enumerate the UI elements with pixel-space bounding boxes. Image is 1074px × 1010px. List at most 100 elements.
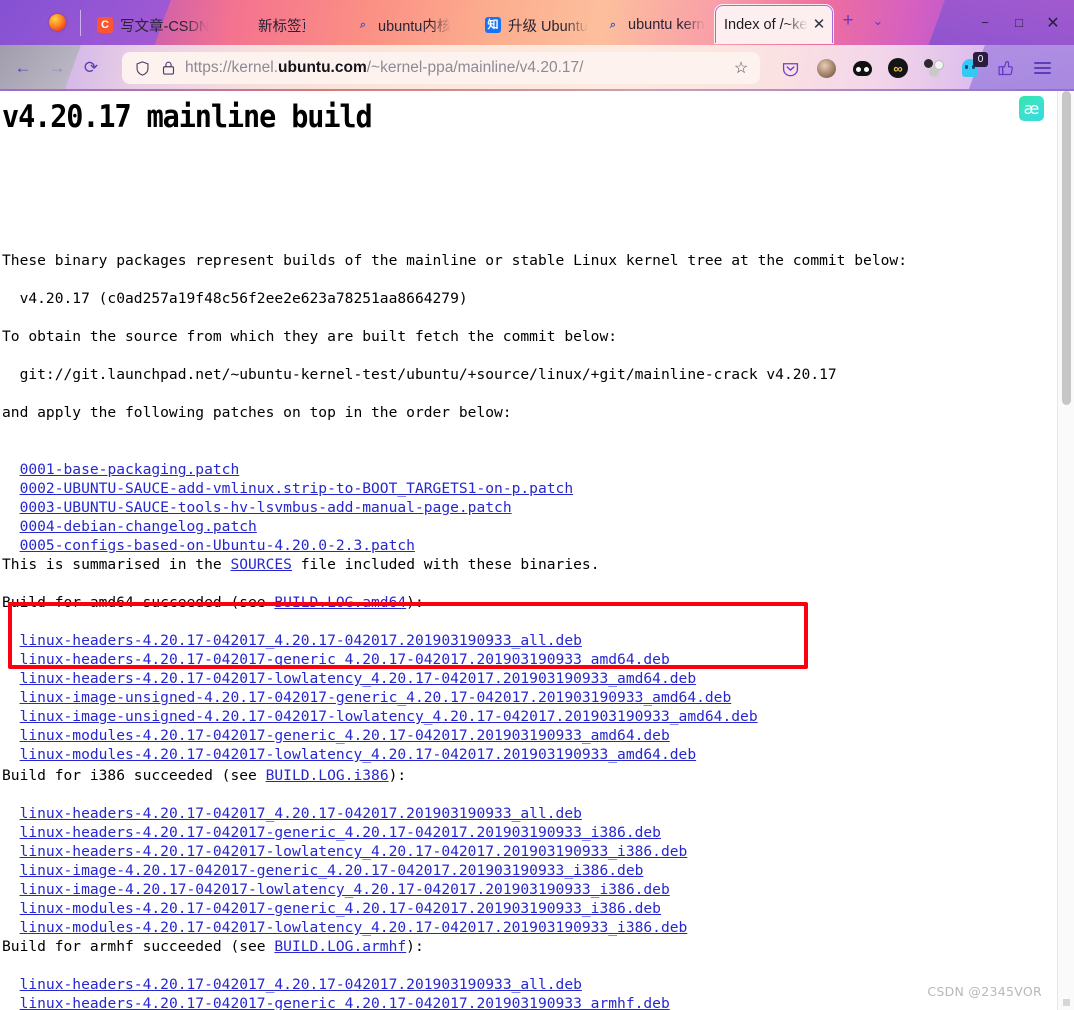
minimize-button[interactable]: − [968, 8, 1002, 38]
tabstrip-divider [80, 10, 81, 36]
browser-window: C 写文章-CSDN 新标签页 ⌕ ubuntu内核 知 升级 Ubuntu ⌕… [0, 0, 1074, 1010]
build-armhf-file-list: linux-headers-4.20.17-042017_4.20.17-042… [2, 956, 714, 1010]
reload-button[interactable]: ⟳ [74, 51, 108, 85]
build-log-link[interactable]: BUILD.LOG.amd64 [274, 594, 406, 611]
build-armhf-heading: Build for armhf succeeded (see BUILD.LOG… [2, 937, 424, 956]
tab-ubuntu-kernel-search[interactable]: ⌕ ubuntu kern [597, 7, 715, 43]
tab-label: 写文章-CSDN [120, 18, 210, 35]
patch-link[interactable]: 0005-configs-based-on-Ubuntu-4.20.0-2.3.… [20, 537, 415, 554]
tab-ubuntu-neihe[interactable]: ⌕ ubuntu内核 [347, 7, 477, 43]
package-link[interactable]: linux-image-unsigned-4.20.17-042017-lowl… [20, 708, 758, 725]
navigation-toolbar: ← → ⟳ https://kernel.ubuntu.com/~kernel-… [0, 45, 1074, 91]
lock-icon[interactable] [161, 60, 176, 76]
patches-intro-paragraph: and apply the following patches on top i… [2, 404, 512, 421]
chevron-down-icon[interactable]: ⌄ [863, 6, 893, 36]
url-domain: ubuntu.com [278, 59, 367, 76]
package-link[interactable]: linux-modules-4.20.17-042017-generic_4.2… [20, 727, 670, 744]
patch-link[interactable]: 0004-debian-changelog.patch [20, 518, 257, 535]
patch-link[interactable]: 0003-UBUNTU-SAUCE-tools-hv-lsvmbus-add-m… [20, 499, 512, 516]
source-paragraph: To obtain the source from which they are… [2, 328, 618, 345]
zhihu-favicon-icon: 知 [485, 17, 501, 33]
toolbar-icons: 0 [772, 52, 1060, 83]
patch-link[interactable]: 0002-UBUNTU-SAUCE-add-vmlinux.strip-to-B… [20, 480, 574, 497]
ghost-extension-icon[interactable]: 0 [955, 52, 988, 83]
build-prefix: Build for amd64 succeeded (see [2, 594, 275, 611]
new-tab-button[interactable]: + [833, 6, 863, 36]
package-link[interactable]: linux-modules-4.20.17-042017-generic_4.2… [20, 900, 661, 917]
package-link[interactable]: linux-modules-4.20.17-042017-lowlatency_… [20, 746, 697, 763]
tab-label: ubuntu kern [628, 17, 705, 33]
shield-icon[interactable] [134, 60, 151, 77]
url-prefix: https://kernel. [185, 59, 279, 76]
forward-button[interactable]: → [40, 51, 74, 85]
build-suffix: ): [388, 767, 407, 784]
tab-label: 升级 Ubuntu [508, 18, 588, 35]
summary-prefix: This is summarised in the [2, 556, 231, 573]
page-viewport: v4.20.17 mainline build æ These binary p… [0, 91, 1074, 1010]
package-link[interactable]: linux-image-4.20.17-042017-generic_4.20.… [20, 862, 644, 879]
panda-extension-icon[interactable] [847, 53, 877, 83]
package-link[interactable]: linux-modules-4.20.17-042017-lowlatency_… [20, 919, 688, 936]
patch-list: 0001-base-packaging.patch 0002-UBUNTU-SA… [2, 441, 574, 555]
intro-paragraph: These binary packages represent builds o… [2, 252, 907, 269]
back-button[interactable]: ← [6, 51, 40, 85]
window-close-button[interactable]: ✕ [1036, 8, 1070, 38]
goggles-extension-icon[interactable] [883, 53, 913, 83]
package-link[interactable]: linux-headers-4.20.17-042017-generic_4.2… [20, 995, 670, 1010]
scroll-resize-grip-icon [1063, 999, 1070, 1006]
package-link[interactable]: linux-headers-4.20.17-042017-lowlatency_… [20, 843, 688, 860]
build-amd64-heading: Build for amd64 succeeded (see BUILD.LOG… [2, 593, 424, 612]
firefox-logo-icon [42, 0, 72, 45]
build-i386-heading: Build for i386 succeeded (see BUILD.LOG.… [2, 766, 406, 785]
package-link[interactable]: linux-headers-4.20.17-042017-generic_4.2… [20, 651, 670, 668]
tab-shengji-ubuntu[interactable]: 知 升级 Ubuntu [477, 7, 597, 43]
watermark: CSDN @2345VOR [927, 984, 1042, 999]
atoms-extension-icon[interactable] [919, 53, 949, 83]
account-avatar-icon[interactable] [811, 53, 841, 83]
page-title: v4.20.17 mainline build [2, 99, 373, 135]
scrollbar-thumb[interactable] [1062, 91, 1071, 405]
sources-link[interactable]: SOURCES [230, 556, 292, 573]
thumbsup-extension-icon[interactable] [991, 53, 1021, 83]
toolbar-bottom-border [0, 89, 1074, 91]
tabstrip-actions: + ⌄ [833, 0, 893, 43]
sources-summary-paragraph: This is summarised in the SOURCES file i… [2, 555, 600, 574]
build-log-link[interactable]: BUILD.LOG.armhf [274, 938, 406, 955]
search-favicon-icon: ⌕ [359, 18, 367, 31]
tab-label: Index of /~ker [724, 16, 808, 33]
tab-strip: C 写文章-CSDN 新标签页 ⌕ ubuntu内核 知 升级 Ubuntu ⌕… [0, 0, 1074, 45]
ae-extension-badge-icon[interactable]: æ [1019, 96, 1044, 121]
package-link[interactable]: linux-headers-4.20.17-042017_4.20.17-042… [20, 976, 582, 993]
tab-index-of-kernel-ppa[interactable]: Index of /~ker ✕ [715, 5, 833, 43]
build-suffix: ): [406, 594, 424, 611]
tab-new-tab-page[interactable]: 新标签页 [221, 7, 313, 43]
search-favicon-icon: ⌕ [609, 18, 617, 31]
pocket-icon[interactable] [775, 53, 805, 83]
url-text[interactable]: https://kernel.ubuntu.com/~kernel-ppa/ma… [185, 59, 730, 77]
star-icon[interactable]: ☆ [730, 58, 752, 78]
package-link[interactable]: linux-headers-4.20.17-042017-lowlatency_… [20, 670, 697, 687]
url-bar[interactable]: https://kernel.ubuntu.com/~kernel-ppa/ma… [122, 52, 760, 84]
commit-line: v4.20.17 (c0ad257a19f48c56f2ee2e623a7825… [2, 290, 468, 307]
build-log-link[interactable]: BUILD.LOG.i386 [266, 767, 389, 784]
ghost-badge-count: 0 [973, 52, 988, 67]
package-link[interactable]: linux-image-4.20.17-042017-lowlatency_4.… [20, 881, 670, 898]
build-suffix: ): [406, 938, 424, 955]
tab-xiewenzhang-csdn[interactable]: C 写文章-CSDN [89, 7, 221, 43]
app-menu-icon[interactable] [1027, 53, 1057, 83]
package-link[interactable]: linux-image-unsigned-4.20.17-042017-gene… [20, 689, 732, 706]
patch-link[interactable]: 0001-base-packaging.patch [20, 461, 240, 478]
url-path: /~kernel-ppa/mainline/v4.20.17/ [366, 59, 584, 76]
vertical-scrollbar[interactable] [1057, 91, 1074, 1010]
build-i386-file-list: linux-headers-4.20.17-042017_4.20.17-042… [2, 785, 688, 937]
build-prefix: Build for i386 succeeded (see [2, 767, 266, 784]
build-prefix: Build for armhf succeeded (see [2, 938, 275, 955]
close-icon[interactable]: ✕ [810, 16, 828, 34]
package-link[interactable]: linux-headers-4.20.17-042017_4.20.17-042… [20, 805, 582, 822]
build-amd64-file-list: linux-headers-4.20.17-042017_4.20.17-042… [2, 612, 758, 764]
git-url-line: git://git.launchpad.net/~ubuntu-kernel-t… [2, 366, 837, 383]
package-link[interactable]: linux-headers-4.20.17-042017_4.20.17-042… [20, 632, 582, 649]
window-controls: − □ ✕ [968, 0, 1070, 45]
package-link[interactable]: linux-headers-4.20.17-042017-generic_4.2… [20, 824, 661, 841]
maximize-button[interactable]: □ [1002, 8, 1036, 38]
